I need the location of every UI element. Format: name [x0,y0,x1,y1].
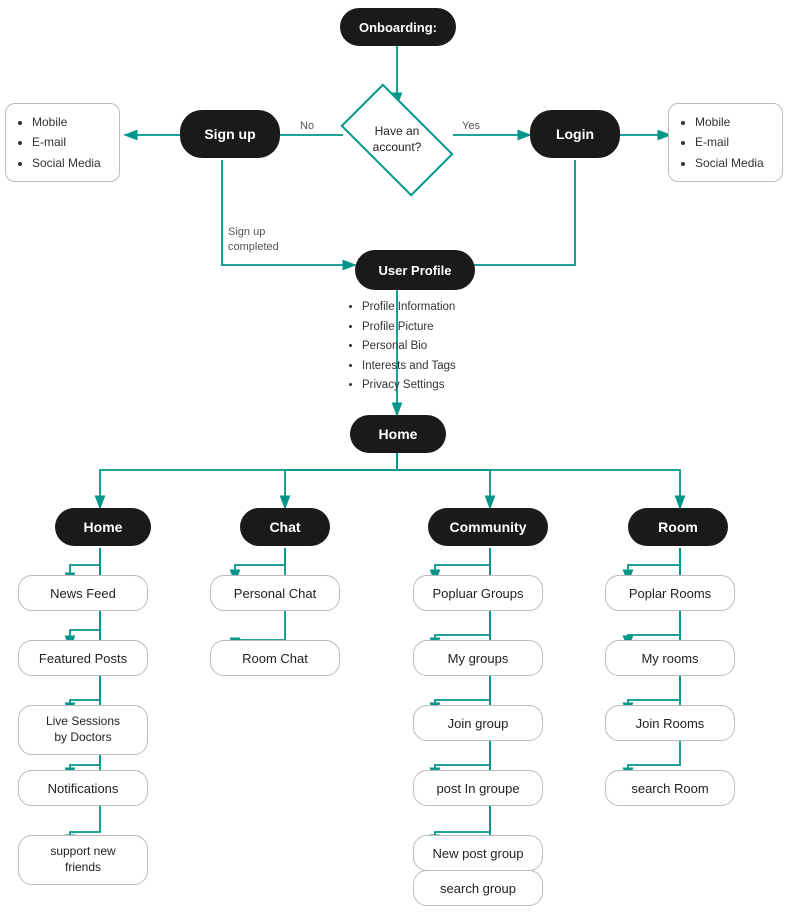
chat-item-0: Personal Chat [210,575,340,611]
no-label: No [300,120,314,132]
community-item-1: My groups [413,640,543,676]
profile-item-4: Privacy Settings [362,376,456,396]
room-item-2: Join Rooms [605,705,735,741]
login-method-mobile: Mobile [695,112,770,132]
login-method-email: E-mail [695,132,770,152]
profile-item-2: Personal Bio [362,337,456,357]
profile-item-3: Interests and Tags [362,357,456,377]
diamond-node: Have an account? [342,105,452,175]
home-item-0: News Feed [18,575,148,611]
signup-node: Sign up [180,110,280,158]
chat-node: Chat [240,508,330,546]
home-item-2: Live Sessions by Doctors [18,705,148,755]
profile-info-list: Profile Information Profile Picture Pers… [348,298,456,396]
home-sub-node: Home [55,508,151,546]
community-item-2: Join group [413,705,543,741]
signup-method-mobile: Mobile [32,112,107,132]
home-item-1: Featured Posts [18,640,148,676]
room-item-3: search Room [605,770,735,806]
signup-method-social: Social Media [32,153,107,173]
room-node: Room [628,508,728,546]
login-node: Login [530,110,620,158]
room-item-1: My rooms [605,640,735,676]
signup-info-box: Mobile E-mail Social Media [5,103,120,182]
flowchart-diagram: Onboarding: Have an account? Sign up Log… [0,0,800,917]
signup-method-email: E-mail [32,132,107,152]
room-item-0: Poplar Rooms [605,575,735,611]
onboarding-node: Onboarding: [340,8,456,46]
signup-completed-label: Sign up completed [228,225,279,256]
login-method-social: Social Media [695,153,770,173]
community-node: Community [428,508,548,546]
home-item-4: support new friends [18,835,148,885]
community-item-4: New post group [413,835,543,871]
community-item-5: search group [413,870,543,906]
chat-item-1: Room Chat [210,640,340,676]
diamond-label: Have an account? [373,124,422,155]
community-item-0: Popluar Groups [413,575,543,611]
home-item-3: Notifications [18,770,148,806]
user-profile-node: User Profile [355,250,475,290]
profile-item-1: Profile Picture [362,318,456,338]
yes-label: Yes [462,120,480,132]
profile-item-0: Profile Information [362,298,456,318]
community-item-3: post In groupe [413,770,543,806]
login-info-box: Mobile E-mail Social Media [668,103,783,182]
home-main-node: Home [350,415,446,453]
